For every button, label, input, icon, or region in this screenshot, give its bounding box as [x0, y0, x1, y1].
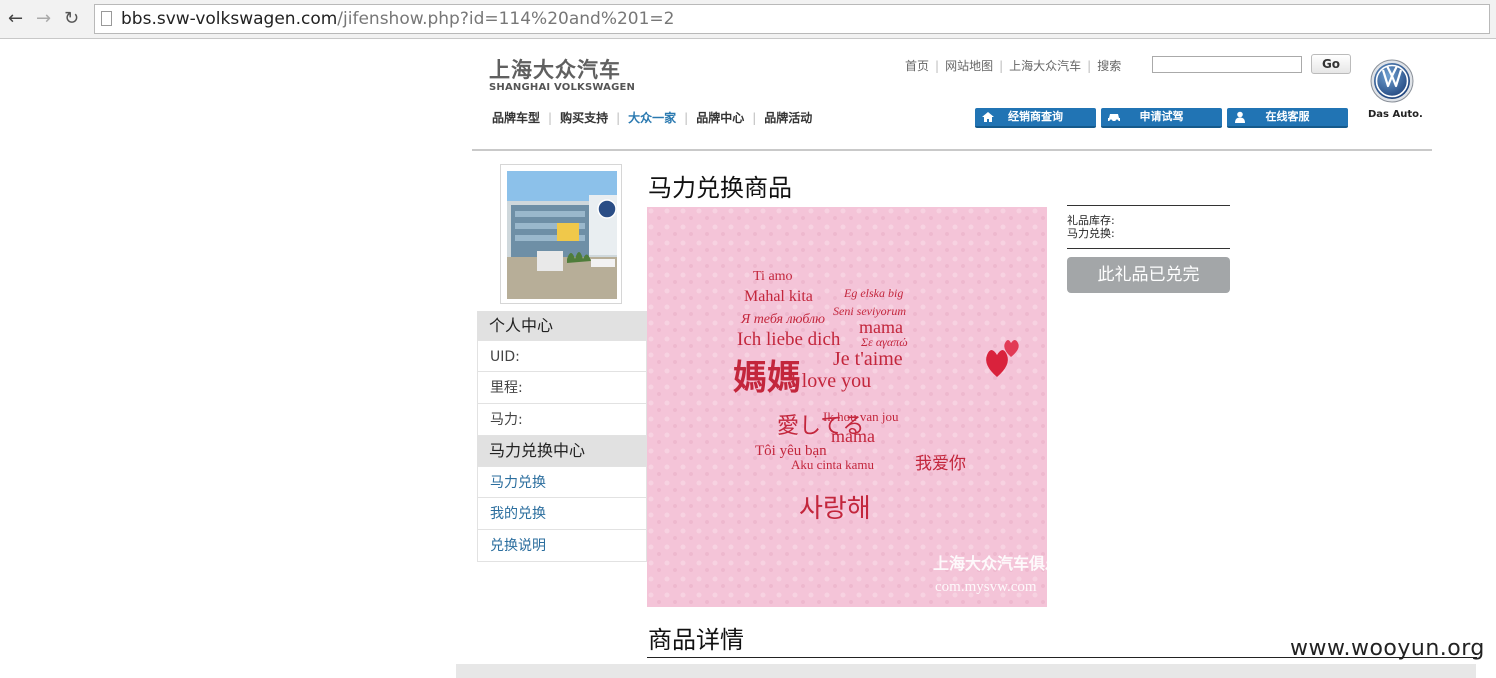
- nav-item-family[interactable]: 大众一家: [628, 109, 676, 126]
- dealer-search-label: 经销商查询: [1008, 110, 1063, 123]
- browser-toolbar: ← → ↻ bbs.svw-volkswagen.com/jifenshow.p…: [0, 0, 1496, 39]
- search-input[interactable]: [1152, 56, 1302, 73]
- product-image: Ti amo Mahal kita Eg elska big Seni sevi…: [647, 207, 1047, 607]
- image-word-20: com.mysvw.com: [935, 579, 1037, 595]
- image-word-18: 我爱你: [915, 454, 966, 473]
- image-word-13: 사랑해: [799, 494, 871, 523]
- personal-center-heading: 个人中心: [477, 311, 647, 340]
- watermark-text: www.wooyun.org: [1290, 636, 1485, 661]
- back-arrow-icon[interactable]: ←: [8, 8, 23, 30]
- mileage-field: 里程:: [477, 372, 647, 404]
- image-word-14: mama: [831, 426, 875, 446]
- reload-icon[interactable]: ↻: [64, 8, 79, 30]
- logo-en-text: SHANGHAI VOLKSWAGEN: [489, 82, 636, 93]
- image-word-17: Aku cinta kamu: [791, 457, 875, 472]
- sidebar-link-exchange[interactable]: 马力兑换: [477, 466, 647, 498]
- nav-item-purchase[interactable]: 购买支持: [560, 109, 608, 126]
- image-word-11: Je t'aime: [833, 348, 903, 370]
- online-service-label: 在线客服: [1265, 110, 1310, 123]
- header-divider: [472, 149, 1432, 151]
- home-icon: [982, 112, 994, 122]
- stock-label: 礼品库存:: [1067, 214, 1115, 227]
- online-service-button[interactable]: 在线客服: [1227, 108, 1348, 128]
- nav-item-brand-center[interactable]: 品牌中心: [696, 109, 744, 126]
- gift-info-box: 礼品库存: 马力兑换:: [1067, 205, 1230, 249]
- search-go-button[interactable]: Go: [1311, 54, 1351, 74]
- brand-tagline: Das Auto.: [1368, 109, 1423, 120]
- top-link-sitemap[interactable]: 网站地图: [945, 59, 993, 73]
- url-path: /jifenshow.php?id=114%20and%201=2: [337, 9, 675, 29]
- nav-item-models[interactable]: 品牌车型: [492, 109, 540, 126]
- url-text[interactable]: bbs.svw-volkswagen.com/jifenshow.php?id=…: [121, 8, 674, 30]
- image-word-15: Ik hou van jou: [823, 409, 899, 424]
- sold-out-button[interactable]: 此礼品已兑完: [1067, 257, 1230, 293]
- nav-item-brand-events[interactable]: 品牌活动: [764, 109, 812, 126]
- top-link-home[interactable]: 首页: [905, 59, 929, 73]
- image-word-10: I love you: [790, 370, 871, 392]
- exchange-cost-label: 马力兑换:: [1067, 227, 1115, 240]
- product-detail-heading: 商品详情: [648, 626, 744, 654]
- sidebar-link-exchange-help[interactable]: 兑换说明: [477, 530, 647, 562]
- address-bar[interactable]: bbs.svw-volkswagen.com/jifenshow.php?id=…: [94, 4, 1490, 34]
- horsepower-field: 马力:: [477, 404, 647, 436]
- image-word-19: 上海大众汽车俱乐部: [933, 554, 1047, 573]
- site-logo[interactable]: 上海大众汽车 SHANGHAI VOLKSWAGEN: [489, 58, 635, 94]
- image-word-7: Ich liebe dich: [737, 329, 841, 350]
- test-drive-button[interactable]: 申请试驾: [1101, 108, 1222, 128]
- image-word-4: Seni seviyorum: [833, 304, 906, 318]
- url-host: bbs.svw-volkswagen.com: [121, 9, 338, 29]
- image-word-5: Я тебя люблю: [740, 312, 825, 327]
- product-title: 马力兑换商品: [648, 174, 792, 202]
- test-drive-label: 申请试驾: [1139, 110, 1184, 123]
- person-icon: [1235, 111, 1245, 123]
- avatar-dealership-photo: [507, 171, 617, 299]
- image-word-3: Eg elska big: [843, 286, 903, 300]
- page-icon: [101, 11, 112, 26]
- sidebar-link-my-exchanges[interactable]: 我的兑换: [477, 498, 647, 530]
- image-word-1: Ti amo: [753, 269, 793, 284]
- image-word-8: Σε αγαπώ: [860, 335, 908, 349]
- top-link-search: 搜索: [1097, 59, 1122, 73]
- image-word-6: mama: [859, 317, 903, 337]
- forward-arrow-icon[interactable]: →: [36, 8, 51, 30]
- vw-logo-icon[interactable]: [1370, 59, 1414, 103]
- top-links: 首页 | 网站地图 | 上海大众汽车 | 搜索: [905, 59, 1122, 73]
- exchange-center-heading: 马力兑换中心: [477, 436, 647, 466]
- sidebar: 个人中心 UID: 里程: 马力: 马力兑换中心 马力兑换 我的兑换 兑换说明: [477, 311, 647, 562]
- uid-field: UID:: [477, 340, 647, 372]
- logo-cn-text: 上海大众汽车: [489, 58, 621, 82]
- image-word-2: Mahal kita: [744, 288, 813, 305]
- avatar: [500, 164, 622, 304]
- top-link-svw[interactable]: 上海大众汽车: [1009, 59, 1081, 73]
- car-icon: [1108, 114, 1120, 123]
- footer-band: [456, 664, 1476, 678]
- main-nav: 品牌车型 | 购买支持 | 大众一家 | 品牌中心 | 品牌活动: [492, 109, 813, 126]
- dealer-search-button[interactable]: 经销商查询: [975, 108, 1096, 128]
